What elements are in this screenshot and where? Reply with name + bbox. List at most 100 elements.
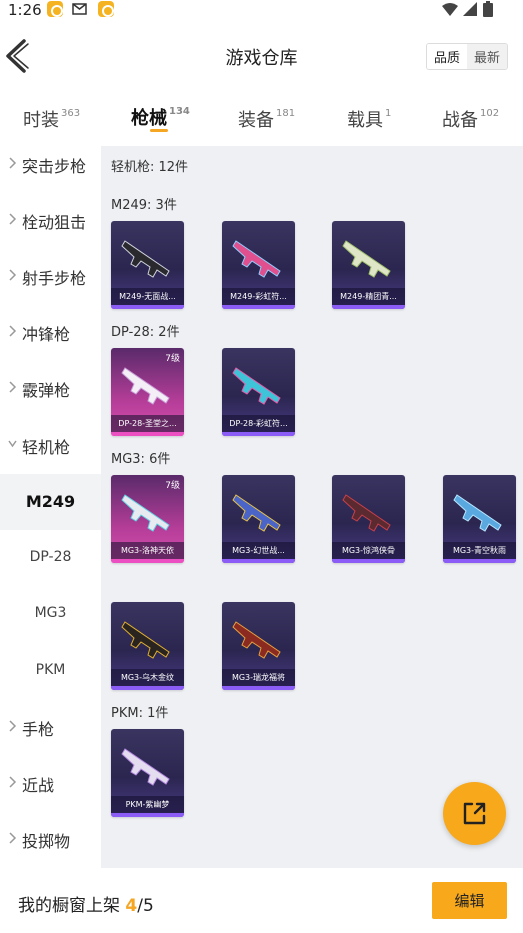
sidebar-item-assault-rifle[interactable]: 突击步枪 bbox=[0, 136, 101, 192]
mail-notification-icon bbox=[72, 3, 87, 15]
sidebar-item-melee[interactable]: 近战 bbox=[0, 755, 101, 811]
rarity-bar bbox=[222, 305, 295, 309]
chevron-down-icon bbox=[8, 440, 17, 448]
weapon-thumbnail bbox=[121, 748, 170, 786]
weapon-thumbnail bbox=[121, 367, 170, 405]
section-title: 轻机枪: 12件 bbox=[111, 160, 189, 175]
chevron-right-icon bbox=[9, 157, 17, 169]
weapon-thumbnail bbox=[232, 621, 281, 659]
weapon-name: PKM-紫幽梦 bbox=[111, 796, 184, 813]
sidebar-item-label: 轻机枪 bbox=[22, 438, 71, 457]
weapon-name: MG3-洛神天依 bbox=[111, 542, 184, 559]
weapon-card[interactable]: DP-28-彩虹符... bbox=[222, 348, 295, 436]
sidebar-item-label: 手枪 bbox=[22, 720, 55, 739]
sidebar-item-lmg[interactable]: 轻机枪 bbox=[0, 417, 101, 473]
weapon-name: DP-28-圣堂之... bbox=[111, 415, 184, 432]
tab-supplies[interactable]: 战备 102 bbox=[442, 106, 499, 146]
weapon-thumbnail bbox=[232, 367, 281, 405]
rarity-bar bbox=[222, 432, 295, 436]
rarity-bar bbox=[111, 432, 184, 436]
tab-label: 时装 bbox=[23, 110, 59, 131]
chevron-right-icon bbox=[9, 213, 17, 225]
active-tab-indicator bbox=[150, 129, 168, 132]
weapon-card[interactable]: MG3-乌木金纹 bbox=[111, 602, 184, 690]
tab-label: 枪械 bbox=[131, 108, 167, 129]
sidebar-item-label: 霰弹枪 bbox=[22, 381, 71, 400]
sidebar-item-shotgun[interactable]: 霰弹枪 bbox=[0, 360, 101, 416]
sidebar-item-throwables[interactable]: 投掷物 bbox=[0, 811, 101, 867]
chevron-right-icon bbox=[9, 381, 17, 393]
sidebar-subitem-label: DP-28 bbox=[29, 549, 72, 565]
tab-label: 战备 bbox=[442, 110, 478, 131]
tab-weapons[interactable]: 枪械 134 bbox=[131, 104, 190, 144]
weapon-card[interactable]: MG3-青空秋雨 bbox=[443, 475, 516, 563]
level-badge: 7级 bbox=[165, 481, 180, 491]
weapon-card[interactable]: 7级 DP-28-圣堂之... bbox=[111, 348, 184, 436]
weapon-card[interactable]: M249-无面战... bbox=[111, 221, 184, 309]
weapon-name: MG3-乌木金纹 bbox=[111, 669, 184, 686]
tab-label: 载具 bbox=[347, 110, 383, 131]
sidebar-item-pistol[interactable]: 手枪 bbox=[0, 699, 101, 755]
showcase-status: 我的橱窗上架 4/5 bbox=[18, 891, 154, 916]
sidebar-subitem-dp28[interactable]: DP-28 bbox=[0, 530, 101, 586]
tab-count: 102 bbox=[480, 108, 500, 119]
weapon-thumbnail bbox=[342, 494, 391, 532]
share-button[interactable] bbox=[443, 782, 506, 845]
tab-count: 363 bbox=[61, 108, 81, 119]
sidebar-item-smg[interactable]: 冲锋枪 bbox=[0, 304, 101, 360]
app-notification-icon-2 bbox=[98, 1, 114, 17]
sidebar-item-marksman-rifle[interactable]: 射手步枪 bbox=[0, 248, 101, 304]
weapon-grid: 轻机枪: 12件 M249: 3件 M249-无面战... M249-彩虹符..… bbox=[101, 146, 523, 868]
sidebar-item-label: 冲锋枪 bbox=[22, 325, 71, 344]
weapon-card[interactable]: MG3-幻世战... bbox=[222, 475, 295, 563]
weapon-thumbnail bbox=[121, 494, 170, 532]
rarity-bar bbox=[332, 559, 405, 563]
status-bar: 1:26 bbox=[0, 0, 523, 22]
weapon-thumbnail bbox=[121, 621, 170, 659]
weapon-name: DP-28-彩虹符... bbox=[222, 415, 295, 432]
showcase-count: 4 bbox=[125, 896, 138, 916]
sidebar-subitem-pkm[interactable]: PKM bbox=[0, 643, 101, 699]
bottom-bar: 我的橱窗上架 4/5 编辑 bbox=[0, 868, 523, 933]
weapon-name: M249-精团青... bbox=[332, 288, 405, 305]
rarity-bar bbox=[222, 559, 295, 563]
weapon-name: MG3-瑞龙福将 bbox=[222, 669, 295, 686]
group-title-mg3: MG3: 6件 bbox=[111, 452, 171, 467]
weapon-name: M249-无面战... bbox=[111, 288, 184, 305]
weapon-thumbnail bbox=[232, 240, 281, 278]
weapon-card[interactable]: 7级 MG3-洛神天依 bbox=[111, 475, 184, 563]
weapon-card[interactable]: MG3-瑞龙福将 bbox=[222, 602, 295, 690]
edit-button[interactable]: 编辑 bbox=[432, 882, 507, 919]
weapon-card[interactable]: PKM-紫幽梦 bbox=[111, 729, 184, 817]
sidebar-item-bolt-sniper[interactable]: 栓动狙击 bbox=[0, 192, 101, 248]
chevron-right-icon bbox=[9, 269, 17, 281]
weapon-card[interactable]: M249-彩虹符... bbox=[222, 221, 295, 309]
weapon-card[interactable]: MG3-惊鸿侠骨 bbox=[332, 475, 405, 563]
sidebar-subitem-label: PKM bbox=[35, 662, 66, 678]
sidebar-subitem-label: MG3 bbox=[34, 605, 67, 621]
sidebar-subitem-mg3[interactable]: MG3 bbox=[0, 586, 101, 642]
chevron-right-icon bbox=[9, 776, 17, 788]
app-notification-icon bbox=[47, 1, 63, 17]
sort-by-newest[interactable]: 最新 bbox=[467, 44, 507, 69]
tab-vehicles[interactable]: 载具 1 bbox=[347, 106, 391, 146]
weapon-thumbnail bbox=[342, 240, 391, 278]
showcase-total: /5 bbox=[137, 896, 154, 916]
weapon-name: M249-彩虹符... bbox=[222, 288, 295, 305]
status-time: 1:26 bbox=[8, 1, 42, 19]
chevron-right-icon bbox=[9, 720, 17, 732]
group-title-m249: M249: 3件 bbox=[111, 198, 177, 213]
share-icon bbox=[463, 802, 486, 825]
rarity-bar bbox=[111, 813, 184, 817]
sort-by-quality[interactable]: 品质 bbox=[427, 44, 467, 69]
rarity-bar bbox=[222, 686, 295, 690]
tab-equipment[interactable]: 装备 181 bbox=[238, 106, 295, 146]
tab-count: 1 bbox=[385, 108, 392, 119]
tab-count: 134 bbox=[169, 106, 190, 117]
rarity-bar bbox=[111, 686, 184, 690]
weapon-card[interactable]: M249-精团青... bbox=[332, 221, 405, 309]
sidebar-subitem-m249[interactable]: M249 bbox=[0, 474, 101, 530]
header: 游戏仓库 品质 最新 bbox=[0, 22, 523, 90]
group-title-dp28: DP-28: 2件 bbox=[111, 325, 180, 340]
signal-icon bbox=[463, 2, 477, 16]
